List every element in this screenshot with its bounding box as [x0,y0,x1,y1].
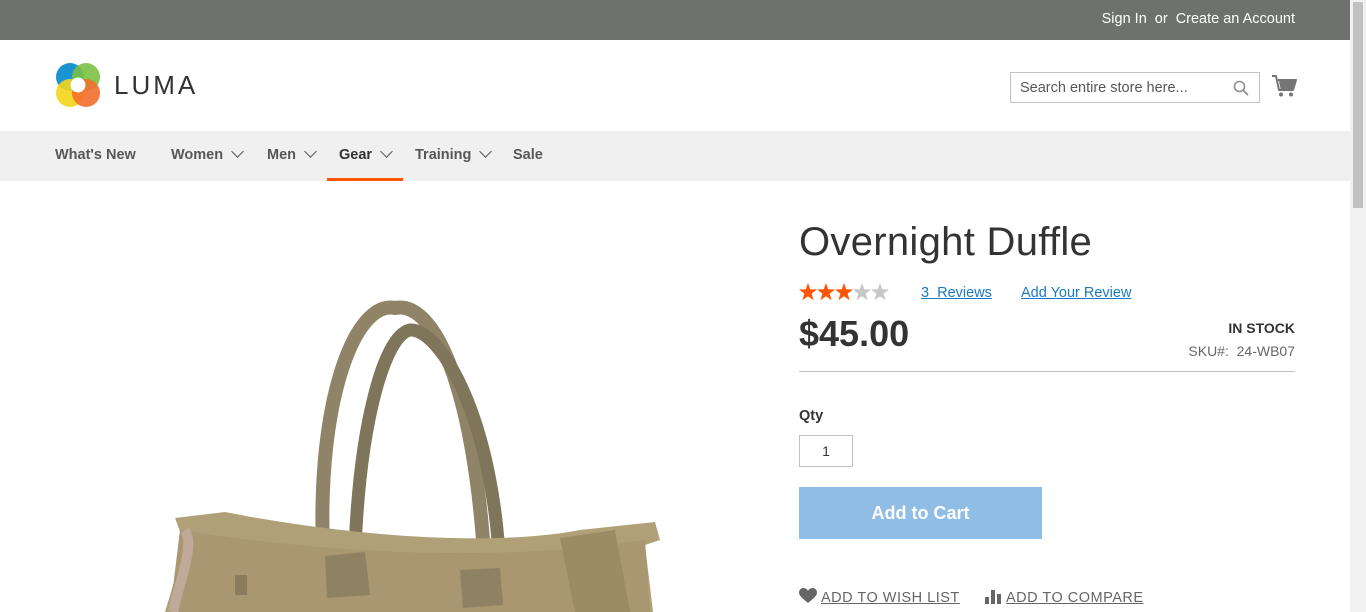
add-review-link[interactable]: Add Your Review [1021,285,1131,301]
product-image[interactable] [55,200,755,612]
sku-value: 24-WB07 [1236,343,1295,359]
nav-label: Training [415,147,472,163]
search-icon[interactable] [1233,80,1249,96]
header-links: Sign In or Create an Account [1102,11,1295,27]
reviews-label: Reviews [937,285,992,301]
wishlist-label: Add to Wish List [821,590,960,606]
logo[interactable]: LUMA [55,62,205,108]
nav-label: Men [267,147,296,163]
nav-label: Sale [513,147,543,163]
chevron-down-icon [304,145,317,158]
compare-icon [985,590,1001,604]
add-to-compare-link[interactable]: Add to Compare [984,586,1144,606]
sign-in-link[interactable]: Sign In [1102,11,1147,27]
duffle-bag-image [165,300,660,612]
nav-label: What's New [55,147,136,163]
divider [799,371,1295,372]
add-to-wishlist-link[interactable]: Add to Wish List [799,586,960,606]
compare-label: Add to Compare [1006,590,1144,606]
page-scrollbar[interactable] [1350,0,1366,612]
reviews-link[interactable]: 3 Reviews [921,285,992,301]
chevron-down-icon [479,145,493,158]
stock-status: In stock [1228,320,1295,336]
add-to-cart-button[interactable]: Add to Cart [799,487,1042,539]
sku-label: SKU#: [1188,343,1229,359]
qty-input[interactable] [799,435,853,467]
nav-item-women[interactable]: Women [171,131,244,181]
chevron-down-icon [231,145,244,158]
heart-icon [799,588,817,603]
sku: SKU#: 24-WB07 [1188,343,1295,359]
rating-stars [799,283,889,303]
star-rating-icon [799,283,889,301]
nav-label: Women [171,147,224,163]
qty-label: Qty [799,408,824,424]
nav-label: Gear [339,147,373,163]
reviews-count: 3 [921,285,930,301]
scrollbar-thumb[interactable] [1353,2,1363,208]
product-price: $45.00 [799,313,910,354]
logo-text: LUMA [114,70,199,100]
create-account-link[interactable]: Create an Account [1176,11,1295,27]
logo-icon [56,63,100,107]
search-box [1010,72,1260,103]
chevron-down-icon [380,145,393,158]
nav-item-gear[interactable]: Gear [326,131,404,181]
nav-item-sale[interactable]: Sale [513,131,543,181]
nav-item-whats-new[interactable]: What's New [55,131,136,181]
search-input[interactable] [1011,73,1221,102]
top-bar: Sign In or Create an Account [0,0,1350,40]
cart-icon[interactable] [1271,74,1297,98]
nav-item-training[interactable]: Training [415,131,493,181]
main-nav: What's New Women Men Gear Training Sale [0,131,1350,181]
nav-item-men[interactable]: Men [267,131,317,181]
or-text: or [1154,11,1168,27]
product-title: Overnight Duffle [799,220,1093,264]
